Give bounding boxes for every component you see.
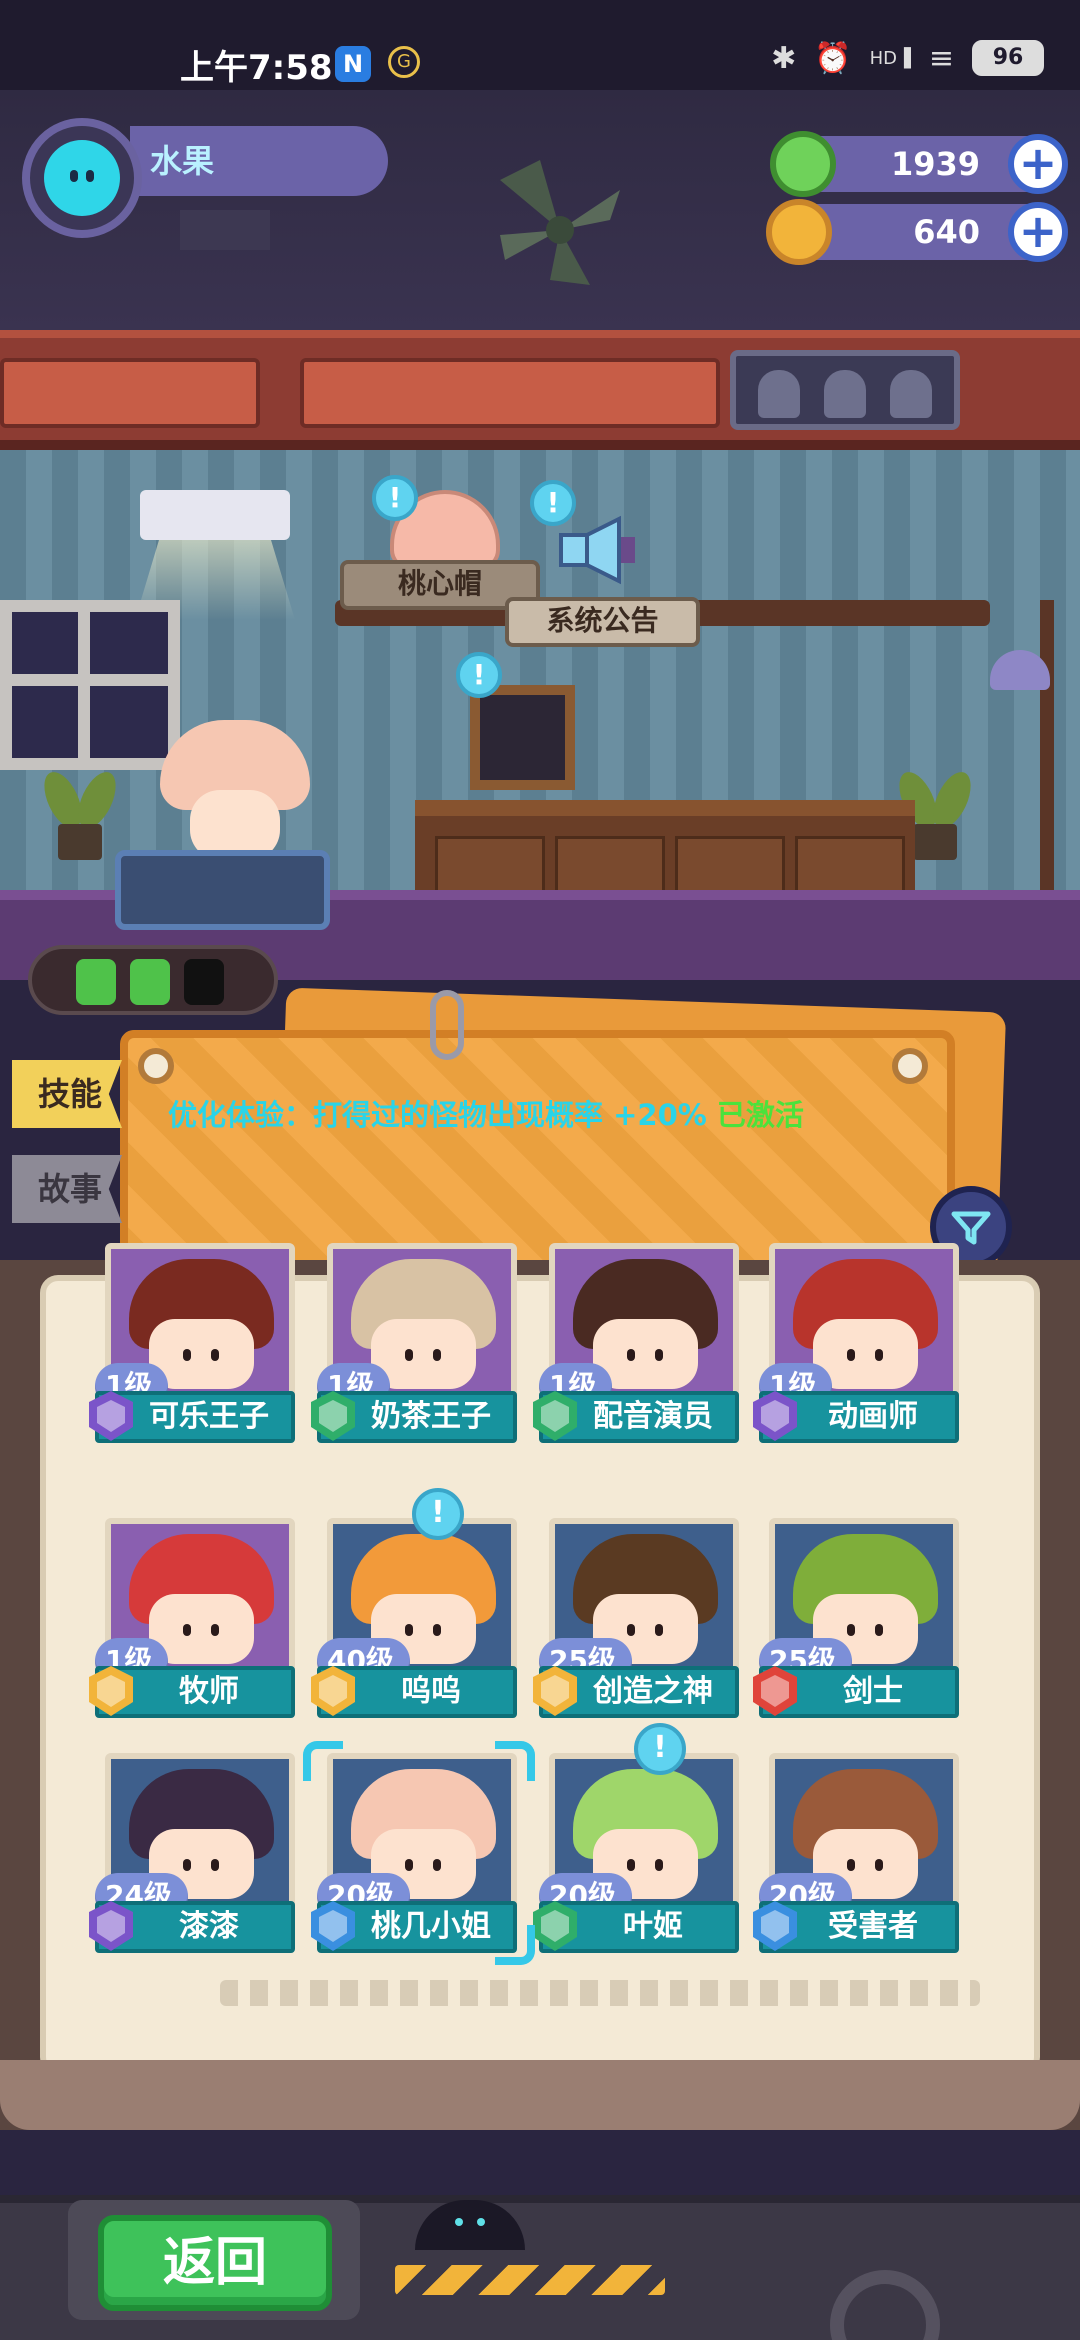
ghost-icon bbox=[890, 370, 932, 418]
bluetooth-icon: ✱ bbox=[771, 40, 797, 76]
character-card[interactable]: 20级 桃几小姐 bbox=[311, 1753, 517, 1953]
potted-plant bbox=[36, 766, 124, 860]
character-card[interactable]: 25级 创造之神 bbox=[533, 1518, 739, 1718]
framed-picture[interactable] bbox=[470, 685, 575, 790]
energy-full-icon bbox=[76, 959, 116, 1005]
skill-description: 优化体验：打得过的怪物出现概率 +20% 已激活 bbox=[168, 1092, 804, 1134]
energy-empty-icon bbox=[184, 959, 224, 1005]
book-spine bbox=[0, 2060, 1080, 2130]
pin-icon bbox=[892, 1048, 928, 1084]
notice-label[interactable]: 系统公告 bbox=[505, 597, 700, 647]
cat-avatar-icon bbox=[44, 140, 120, 216]
character-card[interactable]: 40级 呜呜 bbox=[311, 1518, 517, 1718]
pin-icon bbox=[138, 1048, 174, 1084]
character-card[interactable]: 20级 叶姬 bbox=[533, 1753, 739, 1953]
character-card[interactable]: 24级 漆漆 bbox=[89, 1753, 295, 1953]
tab-skill[interactable]: 技能 bbox=[12, 1060, 122, 1128]
ghost-icon bbox=[758, 370, 800, 418]
notification-app-icon: N bbox=[335, 46, 371, 82]
battery-icon: 96 bbox=[972, 40, 1044, 76]
alarm-icon: ⏰ bbox=[814, 40, 852, 76]
skill-status-text: 已激活 bbox=[716, 1098, 804, 1132]
ghost-icon bbox=[824, 370, 866, 418]
selection-bracket bbox=[303, 1741, 343, 1781]
page-decoration bbox=[220, 1980, 980, 2006]
ghost-display bbox=[730, 350, 960, 430]
donut-currency-icon bbox=[770, 131, 836, 197]
character-alert-bubble[interactable]: ! bbox=[412, 1488, 464, 1540]
hazard-stripe bbox=[395, 2265, 665, 2295]
status-bar: 上午7:58 N G ✱ ⏰ HD▐ ≡ 96 bbox=[0, 0, 1080, 90]
character-card[interactable]: 1级 可乐王子 bbox=[89, 1243, 295, 1443]
energy-full-icon bbox=[130, 959, 170, 1005]
game-screen: 上午7:58 N G ✱ ⏰ HD▐ ≡ 96 ! 桃心帽 ! 系统公告 ! 水… bbox=[0, 0, 1080, 2340]
character-card[interactable]: 1级 配音演员 bbox=[533, 1243, 739, 1443]
character-card[interactable]: 1级 奶茶王子 bbox=[311, 1243, 517, 1443]
selection-bracket bbox=[495, 1741, 535, 1781]
character-alert-bubble[interactable]: ! bbox=[634, 1723, 686, 1775]
coat-rack bbox=[1040, 600, 1054, 930]
beam-panel bbox=[300, 358, 720, 428]
status-icons: ✱ ⏰ HD▐ ≡ 96 bbox=[771, 40, 1044, 76]
wifi-icon: ≡ bbox=[928, 40, 954, 76]
tab-story[interactable]: 故事 bbox=[12, 1155, 122, 1223]
character-card[interactable]: 1级 牧师 bbox=[89, 1518, 295, 1718]
character-card[interactable]: 25级 剑士 bbox=[753, 1518, 959, 1718]
signal-icon: HD▐ bbox=[869, 47, 911, 69]
picture-alert-bubble[interactable]: ! bbox=[456, 652, 502, 698]
add-donut-button[interactable]: + bbox=[1008, 134, 1068, 194]
planet-currency-icon bbox=[766, 199, 832, 265]
player-avatar[interactable] bbox=[22, 118, 142, 238]
notification-g-icon: G bbox=[388, 46, 420, 78]
speaker-icon[interactable] bbox=[555, 515, 645, 585]
notice-alert-bubble[interactable]: ! bbox=[530, 480, 576, 526]
add-planet-button[interactable]: + bbox=[1008, 202, 1068, 262]
character-grid: 1级 可乐王子 1级 奶茶王子 1级 配音演员 1级 动画师 1级 牧师 40级 呜呜 25级 创造之神 2… bbox=[89, 1243, 985, 1965]
paper-clip-icon bbox=[430, 990, 464, 1060]
character-card[interactable]: 20级 受害者 bbox=[753, 1753, 959, 1953]
sewing-machine bbox=[115, 850, 330, 930]
skill-effect-text: 优化体验：打得过的怪物出现概率 +20% bbox=[168, 1098, 707, 1132]
room-window bbox=[0, 600, 180, 770]
energy-meter bbox=[28, 945, 278, 1015]
ceiling-beam bbox=[0, 330, 1080, 450]
selection-bracket bbox=[495, 1925, 535, 1965]
hat-alert-bubble[interactable]: ! bbox=[372, 475, 418, 521]
player-name[interactable]: 水果 bbox=[130, 126, 388, 196]
back-button[interactable]: 返回 bbox=[98, 2215, 332, 2311]
beam-panel bbox=[0, 358, 260, 428]
ceiling-lamp bbox=[140, 490, 290, 540]
character-card[interactable]: 1级 动画师 bbox=[753, 1243, 959, 1443]
status-time: 上午7:58 bbox=[180, 48, 333, 88]
